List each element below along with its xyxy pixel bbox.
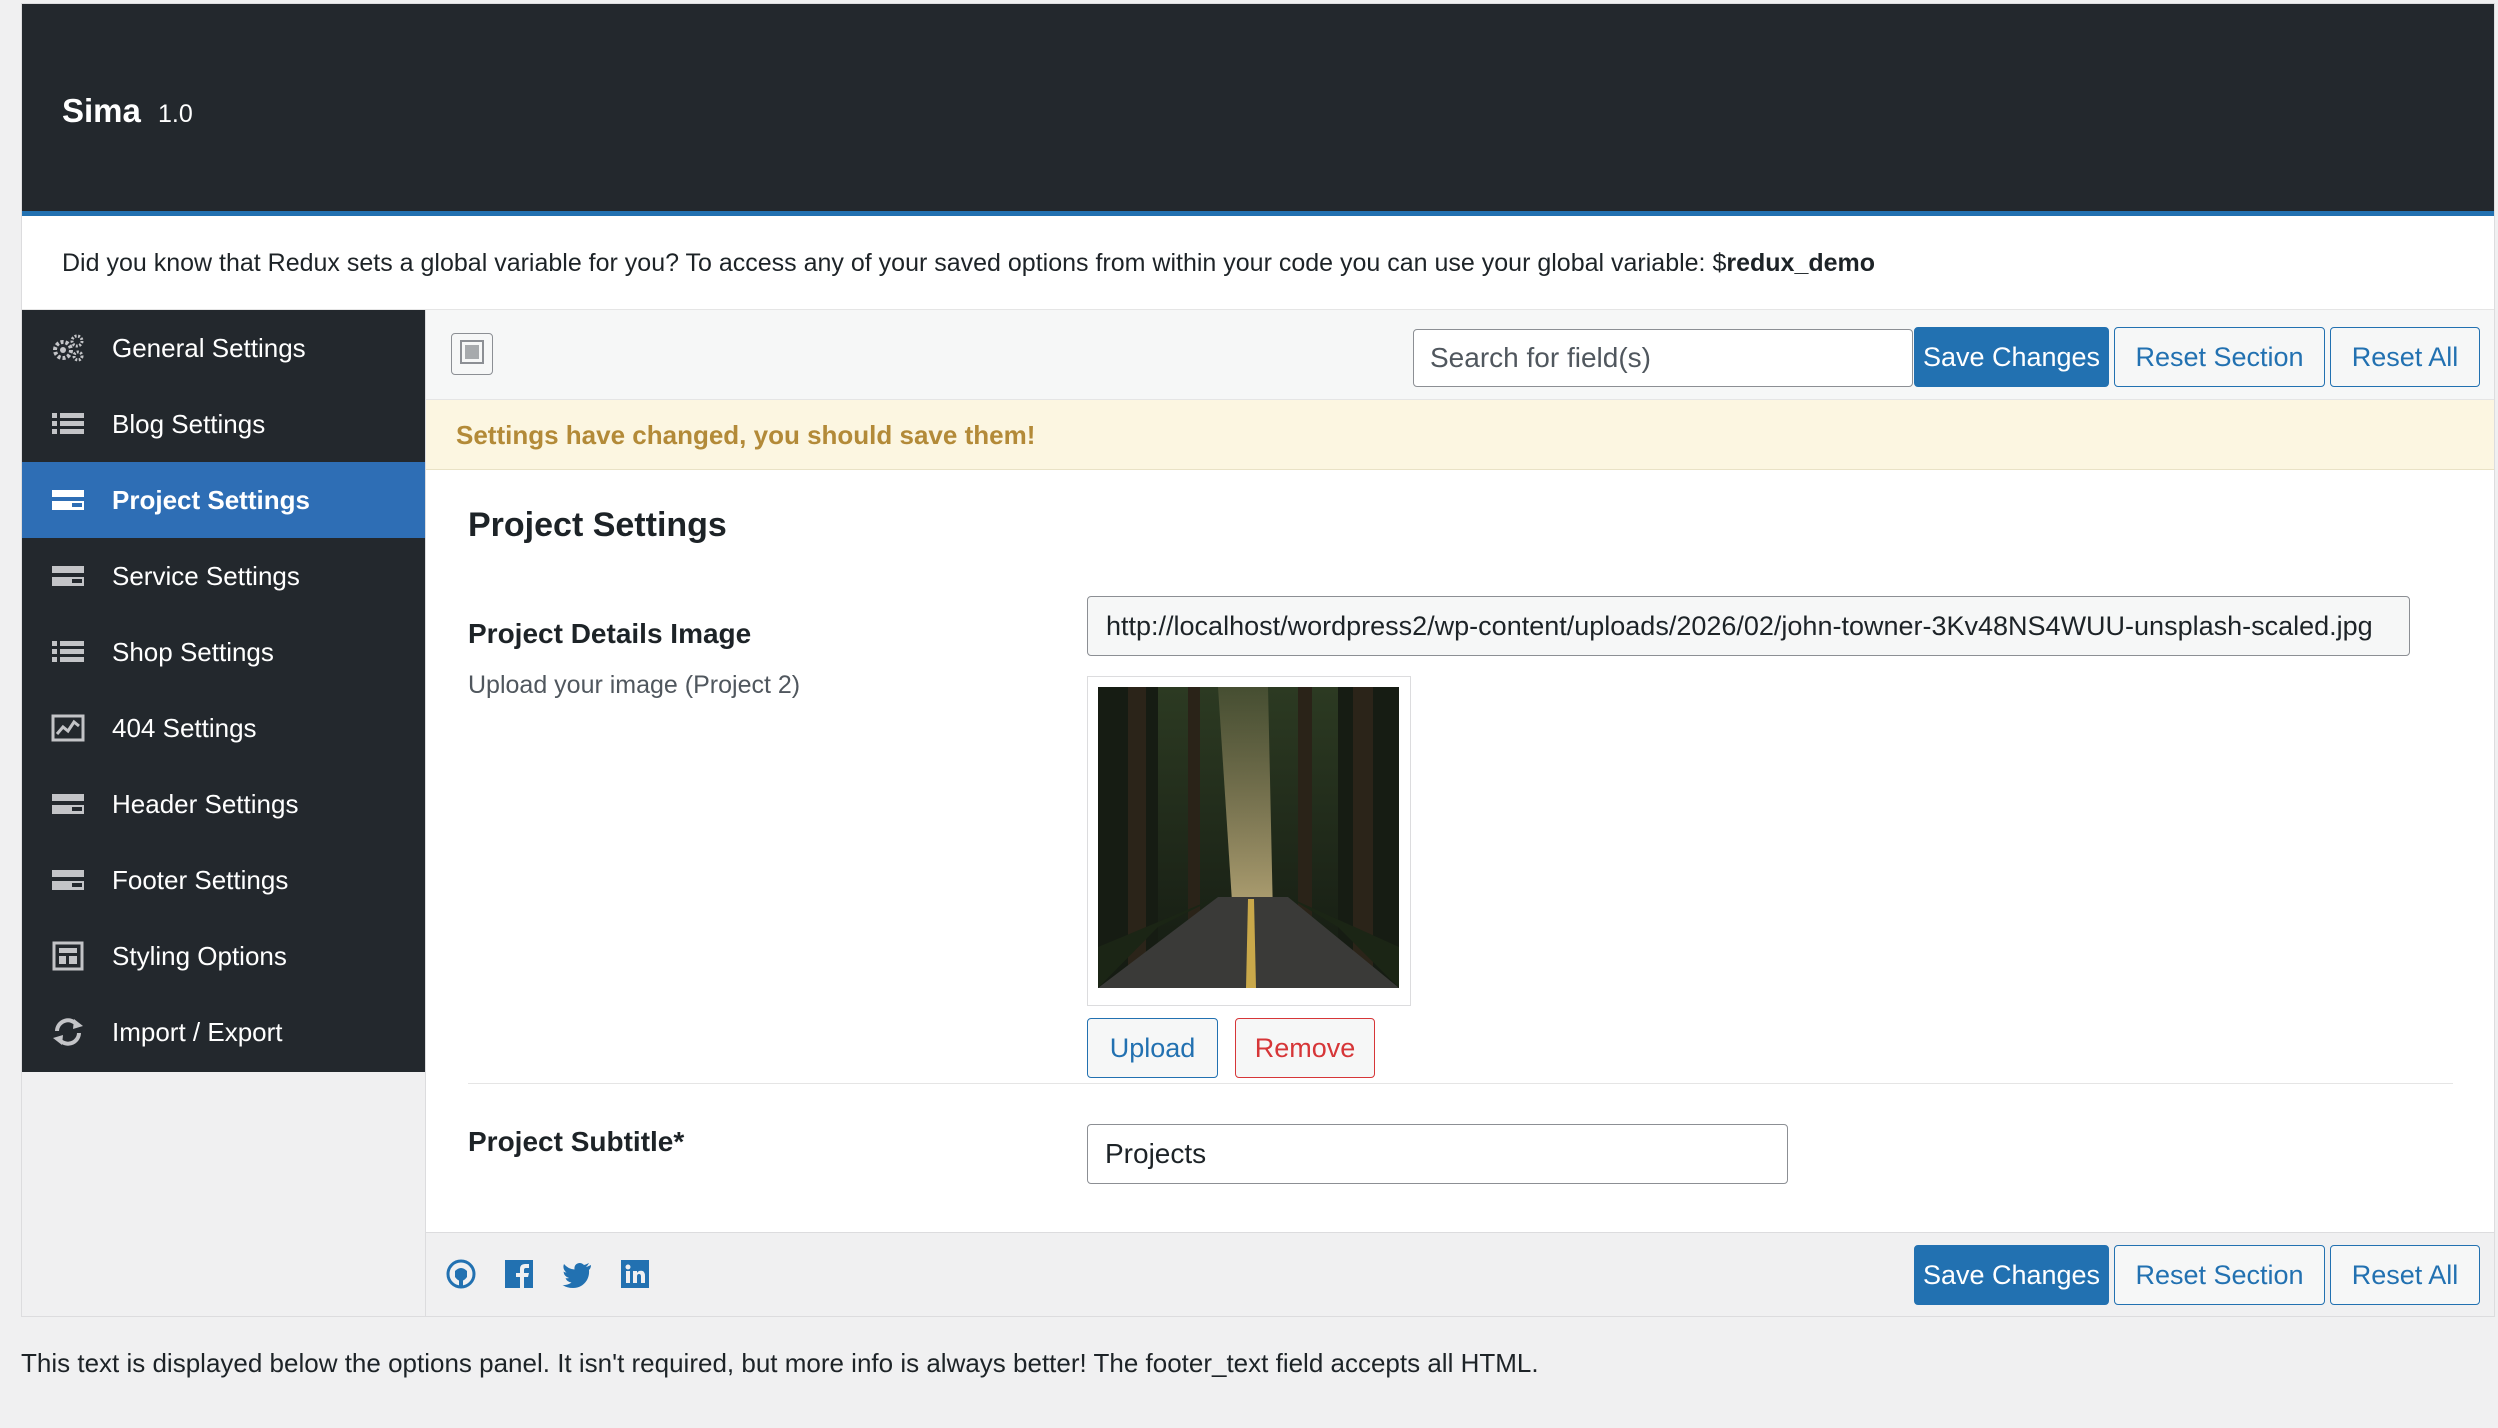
twitter-icon (561, 1258, 593, 1295)
sidebar-item-blog-settings[interactable]: Blog Settings (22, 386, 425, 462)
sidebar-item-shop-settings[interactable]: Shop Settings (22, 614, 425, 690)
list-icon (50, 637, 86, 667)
github-icon (445, 1258, 477, 1295)
sidebar-item-header-settings[interactable]: Header Settings (22, 766, 425, 842)
footer-text: This text is displayed below the options… (21, 1348, 1539, 1378)
image-preview-frame (1087, 676, 1411, 1006)
twitter-link[interactable] (560, 1259, 594, 1293)
expand-options-button[interactable] (451, 333, 493, 375)
sidebar-item-import-export[interactable]: Import / Export (22, 994, 425, 1070)
info-bar: Did you know that Redux sets a global va… (22, 216, 2494, 310)
sidebar-item-label: Shop Settings (112, 636, 274, 667)
main-content: Save Changes Reset Section Reset All Set… (425, 310, 2494, 1316)
reset-section-button[interactable]: Reset Section (2114, 327, 2325, 387)
top-header: Sima 1.0 (22, 4, 2494, 216)
sidebar-item-label: Footer Settings (112, 864, 289, 895)
facebook-link[interactable] (502, 1259, 536, 1293)
sidebar-item-label: Project Settings (112, 484, 310, 515)
image-field-label: Project Details Image (468, 618, 752, 649)
card-icon (50, 485, 86, 515)
sidebar-item-label: Styling Options (112, 940, 287, 971)
card-icon (50, 789, 86, 819)
sidebar-item-label: Blog Settings (112, 408, 266, 439)
subtitle-field-label: Project Subtitle* (468, 1126, 685, 1157)
app-version: 1.0 (158, 100, 193, 128)
footer-reset-section-button[interactable]: Reset Section (2114, 1245, 2325, 1305)
project-subtitle-input[interactable] (1087, 1124, 1788, 1184)
linkedin-link[interactable] (618, 1259, 652, 1293)
card-icon (50, 865, 86, 895)
info-variable: redux_demo (1726, 249, 1876, 277)
toolbar: Save Changes Reset Section Reset All (426, 310, 2494, 400)
footer-reset-all-button[interactable]: Reset All (2330, 1245, 2480, 1305)
refresh-icon (50, 1017, 86, 1047)
reset-all-button[interactable]: Reset All (2330, 327, 2480, 387)
remove-button[interactable]: Remove (1235, 1018, 1375, 1078)
image-preview (1098, 687, 1399, 988)
upload-button[interactable]: Upload (1087, 1018, 1218, 1078)
sidebar-item-404-settings[interactable]: 404 Settings (22, 690, 425, 766)
facebook-icon (503, 1258, 535, 1295)
sidebar-item-styling-options[interactable]: Styling Options (22, 918, 425, 994)
footer-save-changes-button[interactable]: Save Changes (1914, 1245, 2109, 1305)
footer-bar: Save Changes Reset Section Reset All (426, 1232, 2494, 1316)
linkedin-icon (619, 1258, 651, 1295)
layout-icon (50, 941, 86, 971)
search-input[interactable] (1413, 329, 1913, 387)
sidebar-item-footer-settings[interactable]: Footer Settings (22, 842, 425, 918)
sidebar: General Settings Blog Settings Project S… (22, 310, 425, 1072)
github-link[interactable] (444, 1259, 478, 1293)
image-url-field[interactable]: http://localhost/wordpress2/wp-content/u… (1087, 596, 2410, 656)
save-changes-button[interactable]: Save Changes (1914, 327, 2109, 387)
card-icon (50, 561, 86, 591)
sidebar-item-label: Import / Export (112, 1016, 283, 1047)
options-panel: Sima 1.0 Did you know that Redux sets a … (21, 3, 2495, 1317)
sidebar-item-general-settings[interactable]: General Settings (22, 310, 425, 386)
sidebar-item-service-settings[interactable]: Service Settings (22, 538, 425, 614)
field-divider (468, 1083, 2453, 1084)
sidebar-item-label: Service Settings (112, 560, 300, 591)
app-title: Sima (62, 92, 141, 129)
cogs-icon (50, 333, 86, 363)
sidebar-item-label: General Settings (112, 332, 306, 363)
sidebar-item-project-settings[interactable]: Project Settings (22, 462, 425, 538)
sidebar-item-label: 404 Settings (112, 712, 257, 743)
unsaved-notice: Settings have changed, you should save t… (426, 400, 2494, 470)
chart-icon (50, 713, 86, 743)
image-field-description: Upload your image (Project 2) (468, 671, 801, 699)
list-icon (50, 409, 86, 439)
info-text: Did you know that Redux sets a global va… (62, 249, 1727, 277)
section-title: Project Settings (468, 506, 727, 544)
panel-toggle-icon (459, 339, 485, 370)
sidebar-item-label: Header Settings (112, 788, 299, 819)
